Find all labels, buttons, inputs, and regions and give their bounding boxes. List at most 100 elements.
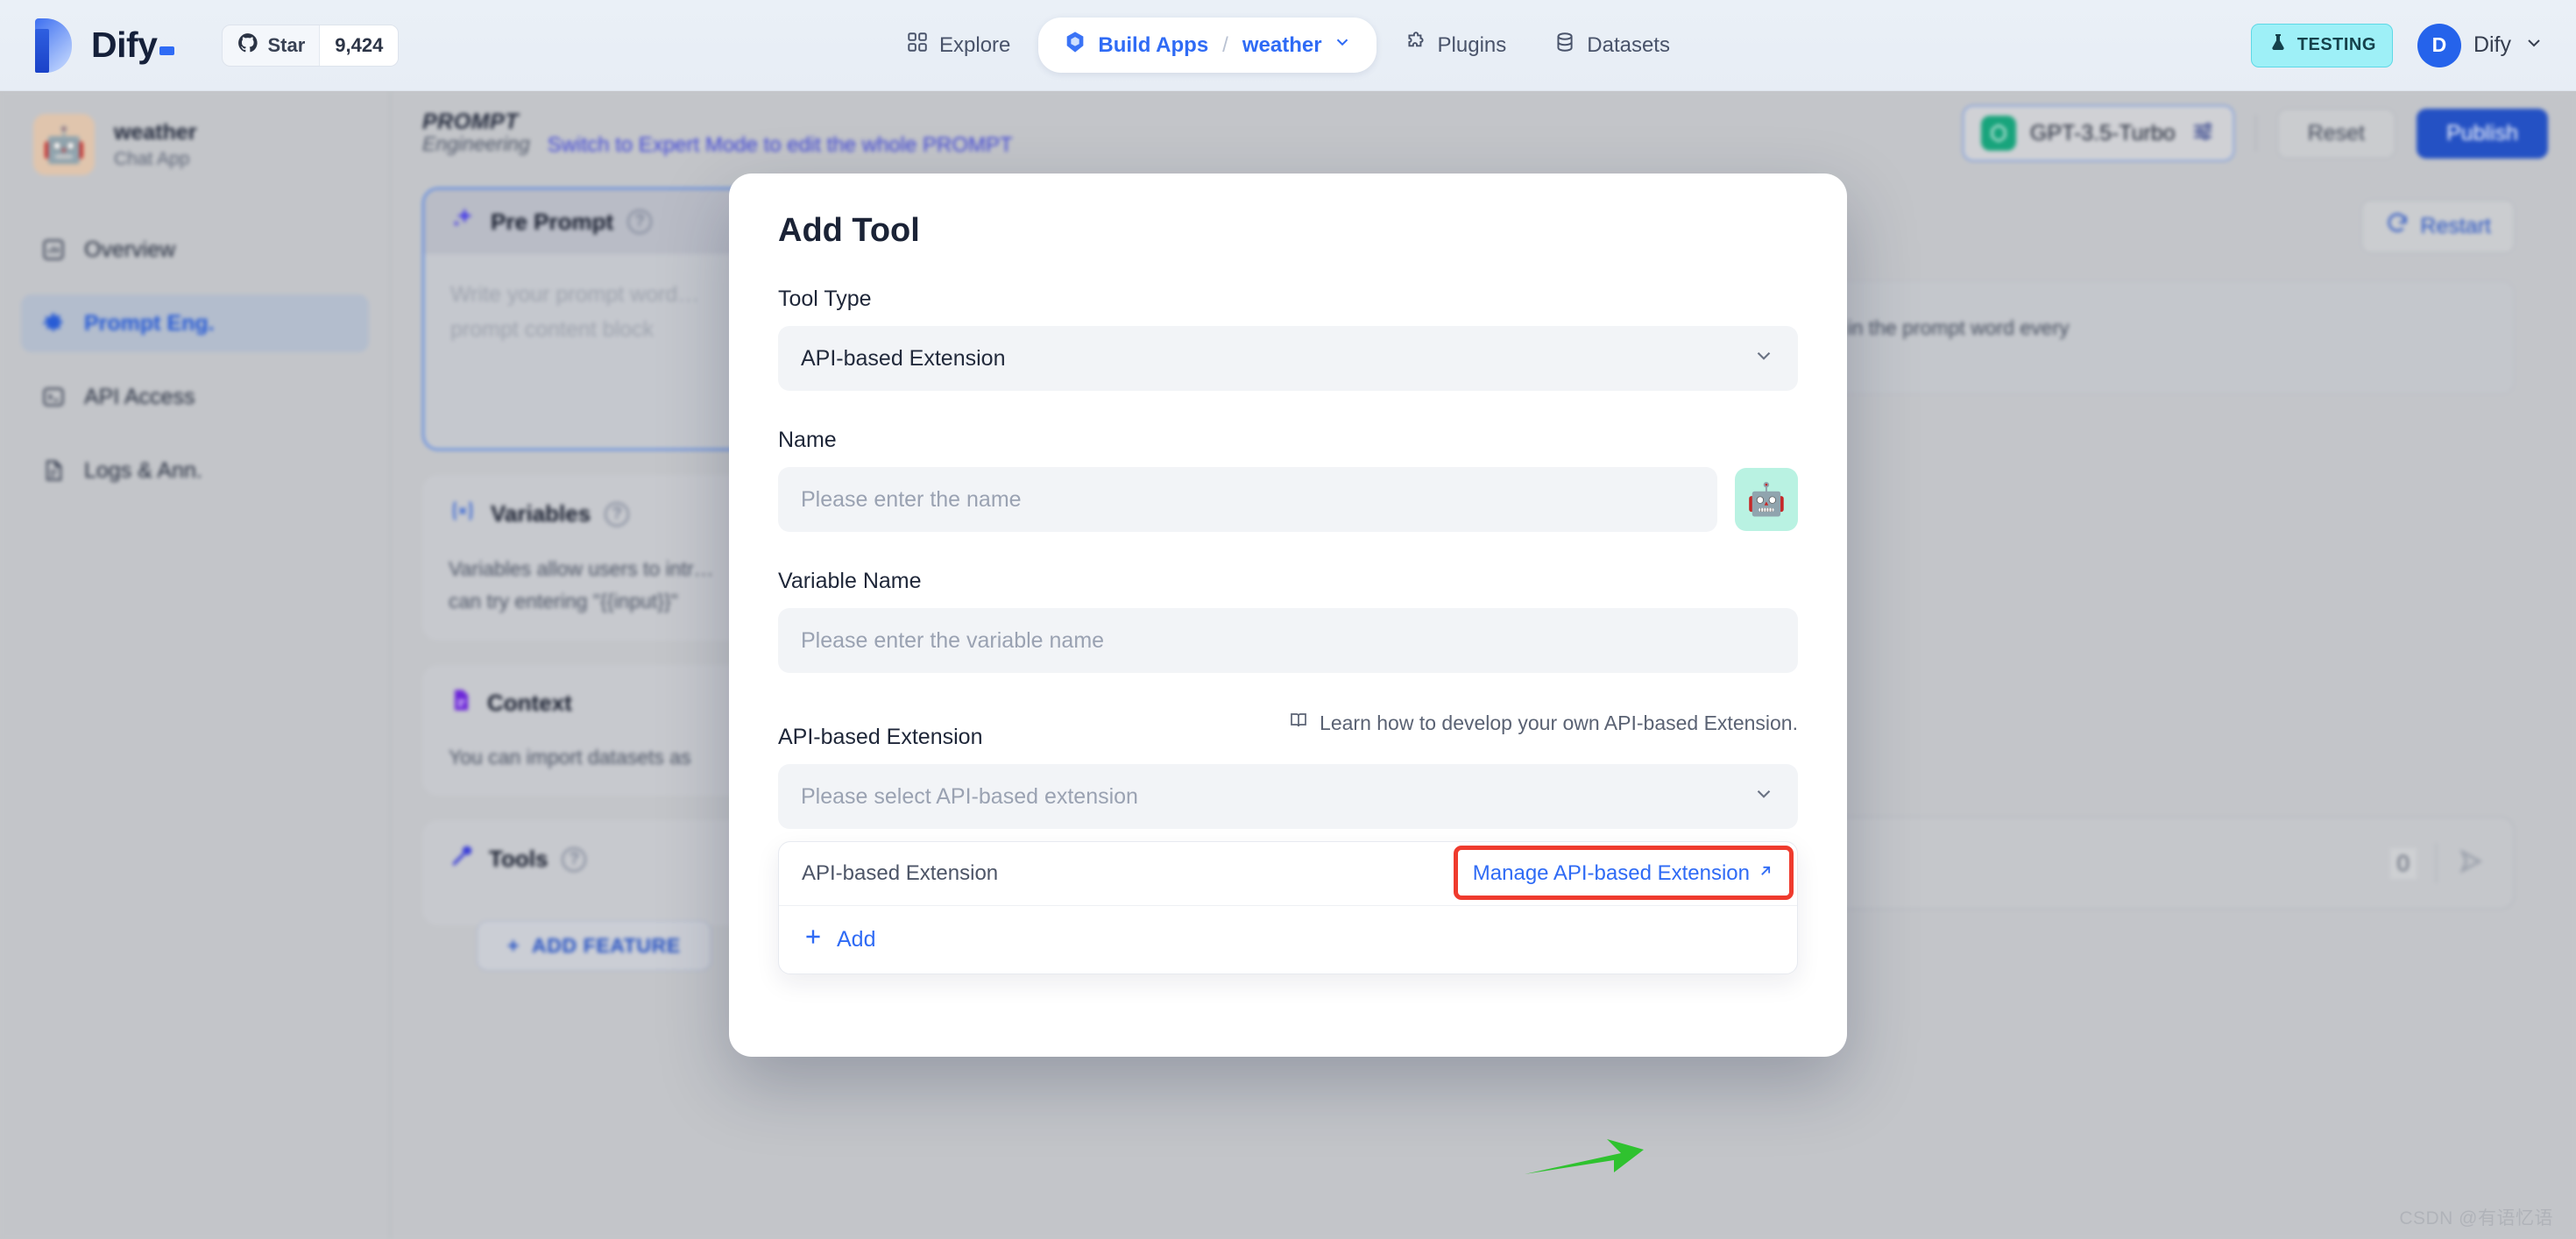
char-counter: 0 (2389, 847, 2417, 879)
gear-icon (40, 310, 67, 336)
dify-logo-icon (35, 18, 72, 73)
context-title: Context (487, 689, 572, 716)
breadcrumb-app-name: weather (1242, 32, 1322, 57)
breadcrumb-separator: / (1222, 32, 1228, 57)
nav-explore-label: Explore (939, 32, 1011, 57)
sidebar-item-label: Logs & Ann. (84, 457, 202, 483)
tools-title: Tools (489, 846, 548, 873)
modal-title: Add Tool (778, 212, 920, 249)
dropdown-group-label: API-based Extension (802, 861, 999, 885)
nav-explore[interactable]: Explore (887, 18, 1030, 72)
dropdown-add-label: Add (837, 927, 876, 952)
document-icon (40, 457, 67, 484)
external-link-icon (1757, 861, 1774, 886)
sidebar-item-logs-ann[interactable]: Logs & Ann. (21, 442, 369, 499)
divider (2254, 115, 2256, 152)
nav-datasets[interactable]: Datasets (1534, 18, 1689, 72)
api-extension-label: API-based Extension (778, 725, 983, 749)
user-menu[interactable]: D Dify (2417, 23, 2544, 67)
restart-label: Restart (2420, 214, 2491, 238)
send-icon[interactable] (2456, 846, 2488, 881)
terminal-icon (40, 384, 67, 410)
sparkle-icon (450, 206, 477, 238)
publish-button[interactable]: Publish (2417, 108, 2548, 159)
variable-icon (449, 498, 477, 530)
wrench-icon (449, 843, 475, 875)
nav-datasets-label: Datasets (1587, 32, 1670, 57)
chevron-down-icon[interactable] (1333, 32, 1352, 58)
chevron-down-icon (1752, 344, 1775, 373)
prompt-engineering-header: PROMPT Engineering Switch to Expert Mode… (391, 91, 2576, 179)
sidebar-nav: Overview Prompt Eng. API Access Logs & A… (0, 221, 390, 499)
add-feature-button[interactable]: + ADD FEATURE (477, 921, 711, 972)
tool-type-label: Tool Type (778, 287, 872, 311)
chevron-down-icon[interactable] (2523, 32, 2544, 58)
name-input[interactable]: Please enter the name (778, 467, 1717, 532)
testing-badge-label: TESTING (2296, 35, 2376, 54)
app-name: weather (114, 119, 197, 145)
book-icon (1288, 710, 1309, 736)
manage-api-extension-link[interactable]: Manage API-based Extension (1453, 846, 1794, 900)
add-tool-modal: Add Tool Tool Type API-based Extension N… (729, 173, 1847, 1057)
variable-name-label: Variable Name (778, 569, 922, 593)
switch-expert-mode-link[interactable]: Switch to Expert Mode to edit the whole … (548, 133, 1013, 158)
sliders-icon[interactable] (2190, 118, 2216, 149)
sidebar-item-overview[interactable]: Overview (21, 221, 369, 279)
cube-icon (1063, 30, 1087, 60)
github-star-button[interactable]: Star 9,424 (222, 24, 400, 67)
plus-icon: + (507, 934, 520, 958)
api-extension-placeholder: Please select API-based extension (801, 783, 1138, 809)
sidebar-item-label: Prompt Eng. (84, 310, 215, 336)
sidebar-item-label: Overview (84, 237, 176, 262)
logo-text: Dify (91, 25, 175, 66)
sidebar: 🤖 weather Chat App Overview Prompt Eng. … (0, 91, 391, 1239)
prompt-header-line2: Engineering (422, 132, 530, 156)
arrow-annotation (1523, 1130, 1645, 1187)
context-doc-icon (449, 688, 473, 719)
testing-badge: TESTING (2250, 23, 2393, 67)
name-label: Name (778, 428, 837, 452)
dropdown-group-row: API-based Extension Manage API-based Ext… (779, 842, 1797, 906)
variables-title: Variables (491, 500, 591, 527)
restart-icon (2385, 211, 2410, 242)
help-icon[interactable]: ? (605, 501, 630, 527)
api-extension-dropdown: API-based Extension Manage API-based Ext… (778, 841, 1798, 974)
app-type: Chat App (114, 148, 190, 169)
openai-icon (1980, 116, 2016, 151)
nav-build-apps[interactable]: Build Apps / weather (1038, 18, 1376, 73)
sidebar-app-header: 🤖 weather Chat App (0, 91, 390, 175)
user-name: Dify (2473, 32, 2511, 57)
learn-link-label: Learn how to develop your own API-based … (1320, 711, 1798, 734)
dropdown-add-button[interactable]: Add (779, 906, 1797, 974)
api-extension-select[interactable]: Please select API-based extension (778, 764, 1798, 829)
flask-icon (2268, 32, 2289, 59)
main-nav: Explore Build Apps / weather Plugins Dat… (887, 18, 1689, 73)
tool-type-select[interactable]: API-based Extension (778, 326, 1798, 391)
add-feature-label: ADD FEATURE (532, 934, 681, 958)
brand[interactable]: Dify Star 9,424 (0, 18, 400, 73)
puzzle-icon (1405, 31, 1427, 60)
model-selector[interactable]: GPT-3.5-Turbo (1962, 105, 2234, 161)
restart-button[interactable]: Restart (2361, 200, 2515, 253)
reset-button[interactable]: Reset (2276, 108, 2396, 159)
help-icon[interactable]: ? (562, 846, 587, 872)
variable-name-input[interactable]: Please enter the variable name (778, 608, 1798, 673)
plus-icon (802, 925, 824, 954)
sidebar-item-label: API Access (84, 384, 195, 409)
divider (2436, 843, 2437, 884)
help-icon[interactable]: ? (627, 209, 653, 234)
nav-plugins[interactable]: Plugins (1385, 18, 1526, 72)
model-name: GPT-3.5-Turbo (2029, 120, 2176, 145)
top-header: Dify Star 9,424 Explore Build Apps / wea… (0, 0, 2576, 91)
watermark: CSDN @有语忆语 (2399, 1208, 2553, 1228)
app-emoji-icon: 🤖 (33, 114, 95, 175)
emoji-picker-button[interactable]: 🤖 (1735, 468, 1798, 531)
avatar: D (2417, 23, 2461, 67)
sidebar-item-prompt-eng[interactable]: Prompt Eng. (21, 294, 369, 352)
sidebar-item-api-access[interactable]: API Access (21, 368, 369, 426)
tool-type-value: API-based Extension (801, 345, 1006, 371)
learn-api-extension-link[interactable]: Learn how to develop your own API-based … (1288, 710, 1798, 736)
github-star-count: 9,424 (319, 25, 399, 66)
database-icon (1553, 31, 1576, 60)
github-star-label: Star (267, 33, 306, 56)
